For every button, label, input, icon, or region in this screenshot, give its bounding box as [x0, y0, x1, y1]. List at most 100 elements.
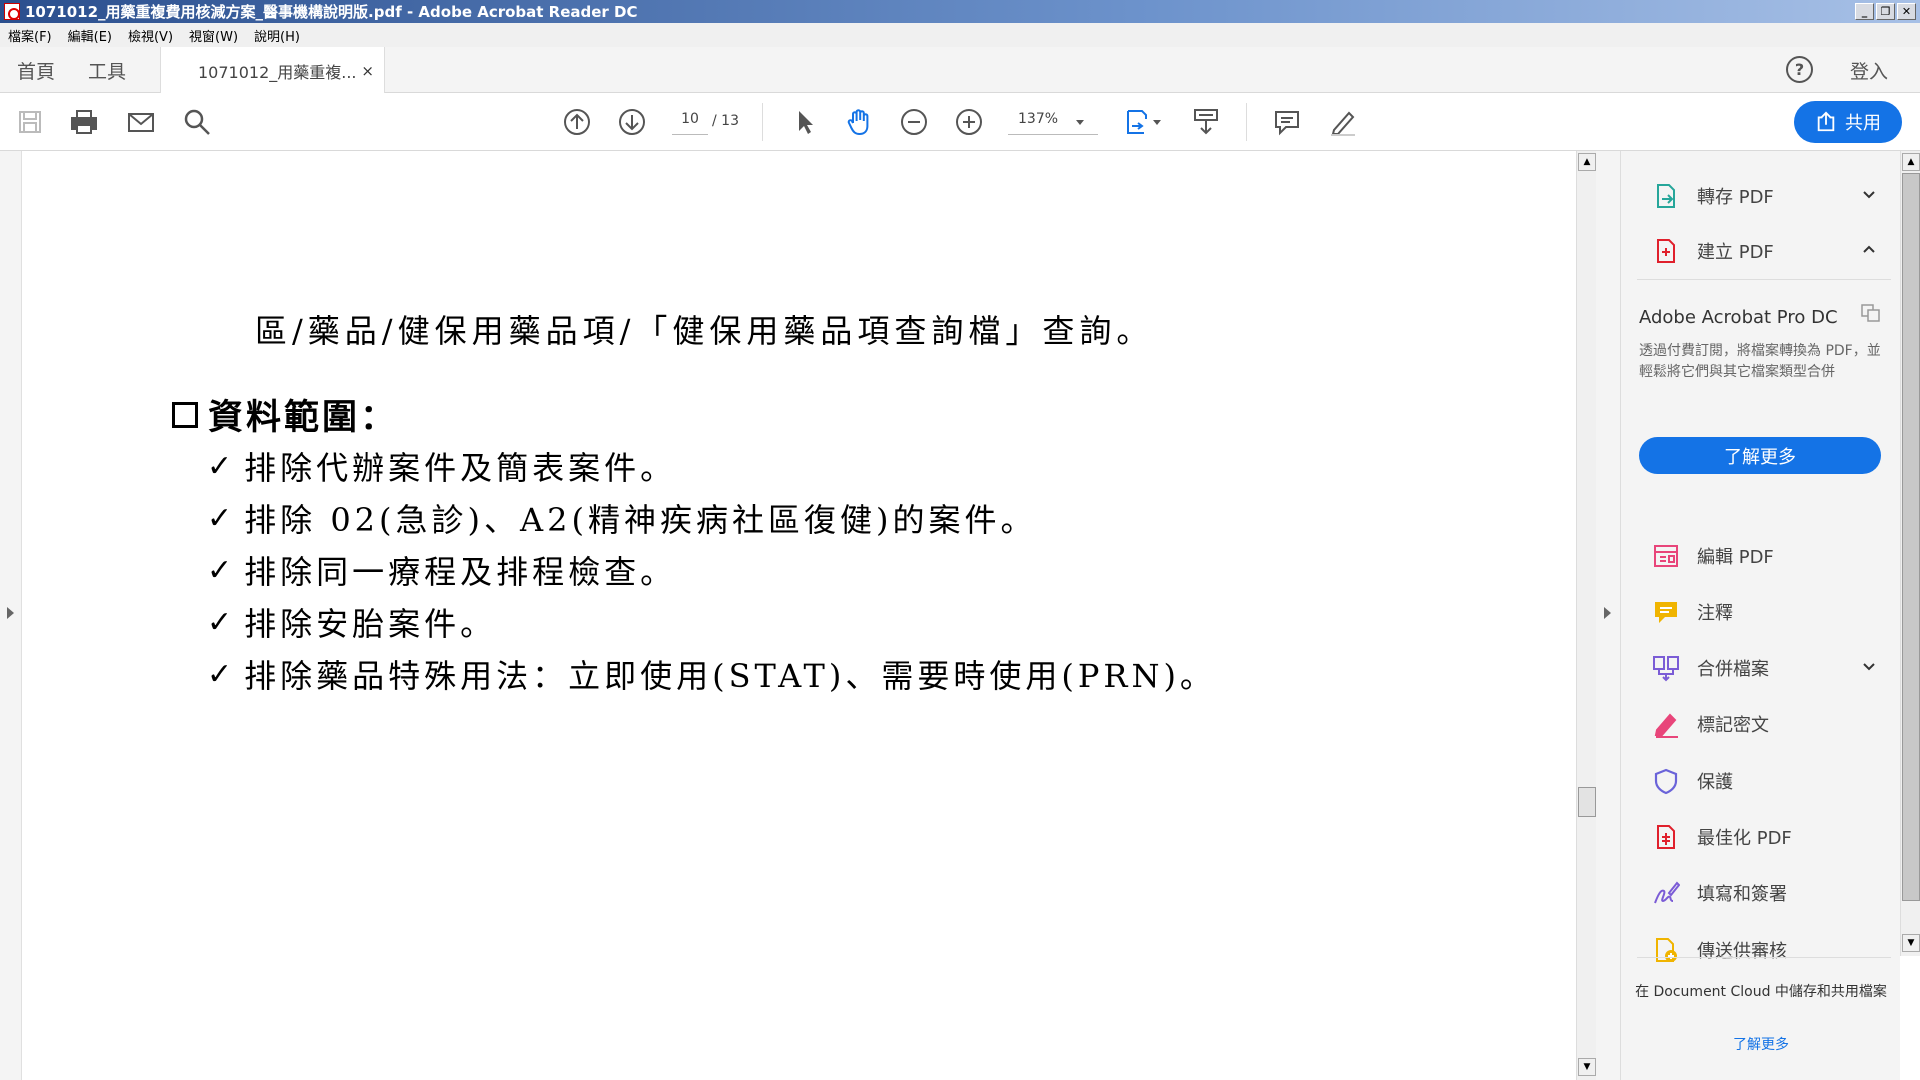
protect-icon [1651, 766, 1681, 796]
minimize-button[interactable]: _ [1855, 3, 1874, 20]
tools-pane-scrollbar[interactable]: ▲ ▼ [1900, 151, 1920, 956]
comment-tool-icon[interactable] [1270, 105, 1304, 139]
section-heading: 資料範圍： [172, 389, 398, 440]
restore-button[interactable]: ❐ [1876, 3, 1895, 20]
tab-document[interactable]: 1071012_用藥重複... × [160, 47, 385, 94]
send-review-icon [1651, 935, 1681, 965]
tool-item-optimize-pdf[interactable]: 最佳化 PDF [1651, 817, 1891, 857]
scroll-up-icon[interactable]: ▲ [1902, 153, 1920, 171]
pane-divider [1637, 957, 1891, 958]
fill-sign-icon [1651, 878, 1681, 908]
highlight-tool-icon[interactable] [1325, 105, 1359, 139]
zoom-level-select[interactable]: 137% [1008, 111, 1098, 135]
tool-item-combine-files[interactable]: 合併檔案 [1651, 648, 1891, 688]
email-icon[interactable] [124, 105, 158, 139]
promo-description: 透過付費訂閱，將檔案轉換為 PDF，並輕鬆將它們與其它檔案類型合併 [1639, 343, 1881, 380]
print-icon[interactable] [67, 105, 101, 139]
combine-files-icon [1651, 653, 1681, 683]
learn-more-link[interactable]: 了解更多 [1631, 1034, 1891, 1054]
previous-page-icon[interactable] [560, 105, 594, 139]
tool-item-redact[interactable]: 標記密文 [1651, 704, 1891, 744]
search-icon[interactable] [180, 105, 214, 139]
zoom-dropdown-icon[interactable] [1076, 120, 1084, 125]
menu-view[interactable]: 檢視(V) [120, 26, 181, 45]
export-pdf-item[interactable]: 轉存 PDF [1651, 176, 1891, 216]
list-item: ✓ 排除代辦案件及簡表案件。 [207, 443, 676, 489]
list-item: ✓ 排除 02(急診)、A2(精神疾病社區復健)的案件。 [207, 495, 1036, 541]
document-cloud-text: 在 Document Cloud 中儲存和共用檔案 [1635, 984, 1887, 1000]
list-item-text: 排除安胎案件。 [244, 605, 497, 643]
fit-dropdown-icon[interactable] [1150, 105, 1164, 139]
edit-pdf-icon [1651, 541, 1681, 571]
tool-item-send-review[interactable]: 傳送供審核 [1651, 930, 1891, 970]
scroll-mode-icon[interactable] [1189, 105, 1223, 139]
close-window-button[interactable]: ✕ [1897, 3, 1916, 20]
share-button[interactable]: 共用 [1794, 101, 1902, 143]
menu-edit[interactable]: 編輯(E) [60, 26, 120, 45]
toolbar-divider [762, 103, 763, 141]
tab-tools[interactable]: 工具 [88, 47, 126, 93]
share-icon [1817, 111, 1835, 132]
collapse-right-pane-icon[interactable] [1604, 607, 1611, 619]
list-item: ✓ 排除藥品特殊用法：立即使用(STAT)、需要時使用(PRN)。 [207, 651, 1216, 697]
tab-home[interactable]: 首頁 [17, 47, 55, 93]
document-view: 區/藥品/健保用藥品項/「健保用藥品項查詢檔」查詢。 資料範圍： ✓ 排除代辦案… [22, 151, 1576, 1080]
toolbar-divider [1246, 103, 1247, 141]
tool-item-label: 傳送供審核 [1697, 941, 1787, 962]
tab-row: 首頁 工具 1071012_用藥重複... × ? 登入 [0, 47, 1920, 94]
checkmark-icon: ✓ [207, 500, 233, 536]
create-pdf-label: 建立 PDF [1697, 242, 1774, 263]
menu-window[interactable]: 視窗(W) [181, 26, 246, 45]
scroll-thumb[interactable] [1902, 173, 1920, 901]
list-item: ✓ 排除同一療程及排程檢查。 [207, 547, 676, 593]
checkmark-icon: ✓ [207, 656, 233, 692]
hand-tool-icon[interactable] [842, 105, 876, 139]
list-item: ✓ 排除安胎案件。 [207, 599, 496, 645]
tool-item-comment[interactable]: 注釋 [1651, 592, 1891, 632]
scroll-down-icon[interactable]: ▼ [1902, 934, 1920, 952]
scroll-thumb[interactable] [1578, 787, 1596, 817]
list-item-text: 排除代辦案件及簡表案件。 [244, 449, 677, 487]
chevron-up-icon[interactable] [1861, 241, 1877, 261]
window-title: 1071012_用藥重複費用核減方案_醫事機構說明版.pdf - Adobe A… [25, 3, 638, 21]
list-item-text: 排除藥品特殊用法：立即使用(STAT)、需要時使用(PRN)。 [244, 657, 1216, 695]
chevron-down-icon[interactable] [1861, 658, 1877, 678]
menu-bar: 檔案(F) 編輯(E) 檢視(V) 視窗(W) 說明(H) [0, 23, 1920, 47]
tool-item-label: 填寫和簽署 [1697, 884, 1787, 905]
next-page-icon[interactable] [615, 105, 649, 139]
scroll-up-icon[interactable]: ▲ [1578, 153, 1596, 171]
create-pdf-icon [1651, 236, 1681, 266]
title-bar: 1071012_用藥重複費用核減方案_醫事機構說明版.pdf - Adobe A… [0, 0, 1920, 23]
tool-item-fill-sign[interactable]: 填寫和簽署 [1651, 873, 1891, 913]
document-text-line: 區/藥品/健保用藥品項/「健保用藥品項查詢檔」查詢。 [255, 312, 1154, 350]
close-tab-icon[interactable]: × [361, 62, 374, 80]
right-pane-toggle[interactable] [1596, 151, 1620, 1080]
select-tool-icon[interactable] [788, 105, 822, 139]
document-tab-label: 1071012_用藥重複... [198, 62, 357, 82]
expand-left-panel-icon[interactable] [7, 607, 14, 619]
help-icon[interactable]: ? [1786, 56, 1813, 83]
create-pdf-item[interactable]: 建立 PDF [1651, 231, 1891, 271]
page-number-input[interactable]: 10 [672, 111, 708, 135]
zoom-in-icon[interactable] [952, 105, 986, 139]
learn-more-button[interactable]: 了解更多 [1639, 437, 1881, 474]
signin-link[interactable]: 登入 [1850, 57, 1888, 84]
zoom-out-icon[interactable] [897, 105, 931, 139]
tool-item-label: 保護 [1697, 772, 1733, 793]
menu-file[interactable]: 檔案(F) [0, 26, 60, 45]
tool-item-protect[interactable]: 保護 [1651, 761, 1891, 801]
tool-item-label: 合併檔案 [1697, 659, 1769, 680]
save-icon[interactable] [13, 105, 47, 139]
tool-item-edit-pdf[interactable]: 編輯 PDF [1651, 536, 1891, 576]
checkmark-icon: ✓ [207, 448, 233, 484]
redact-icon [1651, 709, 1681, 739]
scroll-down-icon[interactable]: ▼ [1578, 1058, 1596, 1076]
document-scrollbar[interactable]: ▲ ▼ [1576, 151, 1596, 1080]
chevron-down-icon[interactable] [1861, 186, 1877, 206]
page-total: / 13 [712, 113, 739, 129]
checkmark-icon: ✓ [207, 604, 233, 640]
checkmark-icon: ✓ [207, 552, 233, 588]
left-panel-toggle[interactable] [0, 151, 22, 1080]
menu-help[interactable]: 說明(H) [246, 26, 308, 45]
toolbar: 10 / 13 137% 共用 [0, 93, 1920, 151]
